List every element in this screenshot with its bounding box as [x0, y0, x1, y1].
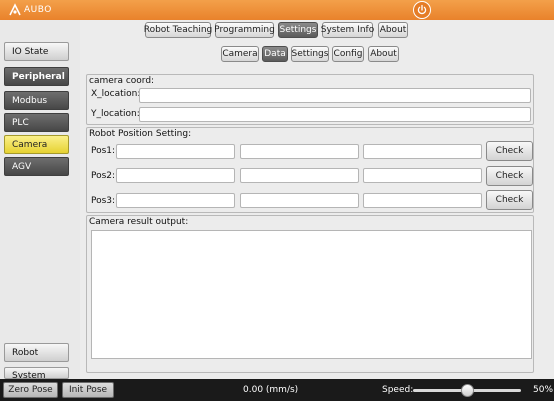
tab-robot-teaching[interactable]: Robot Teaching: [144, 22, 212, 38]
logo-text: AUBO: [24, 5, 52, 15]
pos2-field-1[interactable]: [116, 168, 235, 183]
subtab-data[interactable]: Data: [262, 46, 288, 62]
subtab-about[interactable]: About: [368, 46, 399, 62]
sidebar: IO State Peripheral Modbus PLC Camera AG…: [0, 20, 80, 379]
title-bar: AUBO: [0, 0, 554, 20]
sidebar-item-agv[interactable]: AGV: [4, 157, 69, 176]
pos2-label: Pos2:: [91, 171, 116, 181]
y-location-label: Y_location:: [91, 109, 140, 119]
camera-result-textarea[interactable]: [91, 230, 532, 359]
y-location-field[interactable]: [139, 107, 531, 122]
tab-settings[interactable]: Settings: [278, 22, 318, 38]
sidebar-peripheral[interactable]: Peripheral: [4, 67, 69, 86]
sidebar-item-plc[interactable]: PLC: [4, 113, 69, 132]
speed-percentage: 50%: [533, 385, 554, 395]
speed-label: Speed:: [382, 385, 414, 395]
bottom-bar: Zero Pose Init Pose 0.00 (mm/s) Speed: 5…: [0, 379, 554, 401]
power-button[interactable]: [413, 1, 431, 19]
tab-about[interactable]: About: [378, 22, 408, 38]
power-icon: [417, 4, 427, 15]
pos2-field-3[interactable]: [363, 168, 482, 183]
camera-coord-title: camera coord:: [89, 76, 155, 86]
pos1-field-2[interactable]: [240, 144, 359, 159]
subtab-settings[interactable]: Settings: [291, 46, 329, 62]
pos3-check-button[interactable]: Check: [486, 190, 533, 210]
pos2-field-2[interactable]: [240, 168, 359, 183]
tab-system-info[interactable]: System Info: [321, 22, 374, 38]
speed-slider-handle[interactable]: [460, 384, 474, 397]
pos3-field-1[interactable]: [116, 193, 235, 208]
pos3-field-2[interactable]: [240, 193, 359, 208]
zero-pose-button[interactable]: Zero Pose: [3, 382, 58, 398]
pos1-field-1[interactable]: [116, 144, 235, 159]
subtab-config[interactable]: Config: [332, 46, 364, 62]
speed-readout: 0.00 (mm/s): [243, 385, 299, 395]
camera-coord-group: camera coord: X_location: Y_location:: [86, 74, 534, 125]
robot-position-group: Robot Position Setting: Pos1: Check Pos2…: [86, 127, 534, 213]
sidebar-item-modbus[interactable]: Modbus: [4, 91, 69, 110]
sidebar-io-state[interactable]: IO State: [4, 42, 69, 61]
sidebar-system[interactable]: System: [4, 367, 69, 379]
camera-result-group: Camera result output:: [86, 215, 534, 373]
x-location-label: X_location:: [91, 89, 141, 99]
pos3-field-3[interactable]: [363, 193, 482, 208]
pos1-check-button[interactable]: Check: [486, 141, 533, 161]
init-pose-button[interactable]: Init Pose: [62, 382, 114, 398]
app-logo: AUBO: [8, 2, 52, 18]
aubo-logo-icon: [9, 3, 21, 16]
pos1-field-3[interactable]: [363, 144, 482, 159]
pos2-check-button[interactable]: Check: [486, 166, 533, 186]
tab-programming[interactable]: Programming: [214, 22, 275, 38]
sidebar-robot[interactable]: Robot: [4, 343, 69, 362]
sidebar-item-camera[interactable]: Camera: [4, 135, 69, 154]
camera-result-title: Camera result output:: [89, 217, 189, 227]
robot-position-title: Robot Position Setting:: [89, 129, 192, 139]
x-location-field[interactable]: [139, 88, 531, 103]
pos1-label: Pos1:: [91, 146, 116, 156]
pos3-label: Pos3:: [91, 196, 116, 206]
subtab-camera[interactable]: Camera: [221, 46, 259, 62]
